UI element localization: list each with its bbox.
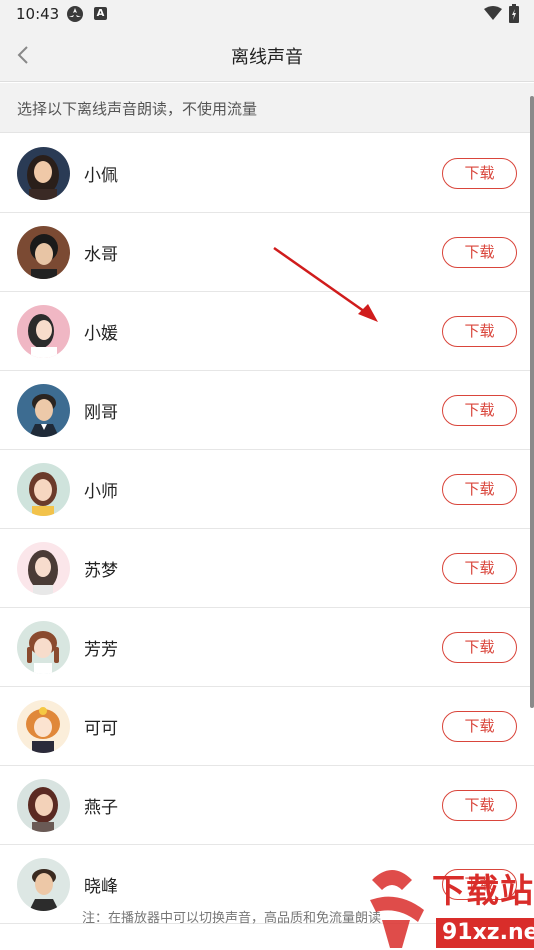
download-button[interactable]: 下载 bbox=[442, 158, 517, 189]
list-item: 苏梦 下载 bbox=[0, 529, 534, 608]
settings-sync-icon bbox=[67, 6, 83, 22]
list-item: 刚哥 下载 bbox=[0, 371, 534, 450]
list-item: 燕子 下载 bbox=[0, 766, 534, 845]
status-time: 10:43 bbox=[16, 5, 60, 23]
app-bar: 离线声音 bbox=[0, 28, 534, 82]
voice-name: 小媛 bbox=[84, 324, 118, 344]
download-button[interactable]: 下载 bbox=[442, 395, 517, 426]
annotation-arrow-icon bbox=[273, 246, 378, 322]
list-item: 水哥 下载 bbox=[0, 213, 534, 292]
voice-name: 小师 bbox=[84, 482, 118, 502]
voice-name: 可可 bbox=[84, 719, 118, 739]
voice-name: 小佩 bbox=[84, 166, 118, 186]
download-button[interactable]: 下载 bbox=[442, 474, 517, 505]
list-item: 可可 下载 bbox=[0, 687, 534, 766]
voice-name: 刚哥 bbox=[84, 403, 118, 423]
voice-name: 苏梦 bbox=[84, 561, 118, 581]
watermark: 下载站 91xz.net bbox=[362, 860, 534, 950]
download-button[interactable]: 下载 bbox=[442, 711, 517, 742]
man-avatar-icon bbox=[17, 384, 70, 437]
status-bar: 10:43 A bbox=[0, 0, 534, 28]
woman-avatar-icon bbox=[17, 779, 70, 832]
girl-avatar-icon bbox=[17, 621, 70, 674]
anime-girl-avatar-icon bbox=[17, 700, 70, 753]
list-item: 小媛 下载 bbox=[0, 292, 534, 371]
woman-avatar-icon bbox=[17, 542, 70, 595]
accessibility-badge-icon: A bbox=[94, 7, 107, 20]
woman-avatar-icon bbox=[17, 305, 70, 358]
download-button[interactable]: 下载 bbox=[442, 790, 517, 821]
voice-list: 小佩 下载 水哥 下载 小媛 下载 刚哥 下载 小师 下载 苏梦 下载 芳芳 下… bbox=[0, 134, 534, 924]
voice-name: 燕子 bbox=[84, 798, 118, 818]
watermark-url: 91xz.net bbox=[436, 918, 534, 948]
download-button[interactable]: 下载 bbox=[442, 237, 517, 268]
page-title: 离线声音 bbox=[231, 47, 303, 68]
page-subtitle: 选择以下离线声音朗读，不使用流量 bbox=[0, 83, 534, 133]
man-avatar-icon bbox=[17, 226, 70, 279]
voice-name: 晓峰 bbox=[84, 877, 118, 897]
download-button[interactable]: 下载 bbox=[442, 632, 517, 663]
download-button[interactable]: 下载 bbox=[442, 316, 517, 347]
list-item: 小师 下载 bbox=[0, 450, 534, 529]
wifi-icon bbox=[484, 6, 502, 20]
site-logo-icon bbox=[370, 870, 424, 948]
woman-avatar-icon bbox=[17, 463, 70, 516]
watermark-title: 下载站 bbox=[432, 871, 534, 910]
footer-note: 注：在播放器中可以切换声音，高品质和免流量朗读 bbox=[82, 911, 382, 926]
woman-avatar-icon bbox=[17, 147, 70, 200]
download-button[interactable]: 下载 bbox=[442, 553, 517, 584]
battery-icon bbox=[509, 4, 519, 23]
scrollbar[interactable] bbox=[530, 96, 534, 708]
man-avatar-icon bbox=[17, 858, 70, 911]
list-item: 芳芳 下载 bbox=[0, 608, 534, 687]
voice-name: 水哥 bbox=[84, 245, 118, 265]
voice-name: 芳芳 bbox=[84, 640, 118, 660]
list-item: 小佩 下载 bbox=[0, 134, 534, 213]
